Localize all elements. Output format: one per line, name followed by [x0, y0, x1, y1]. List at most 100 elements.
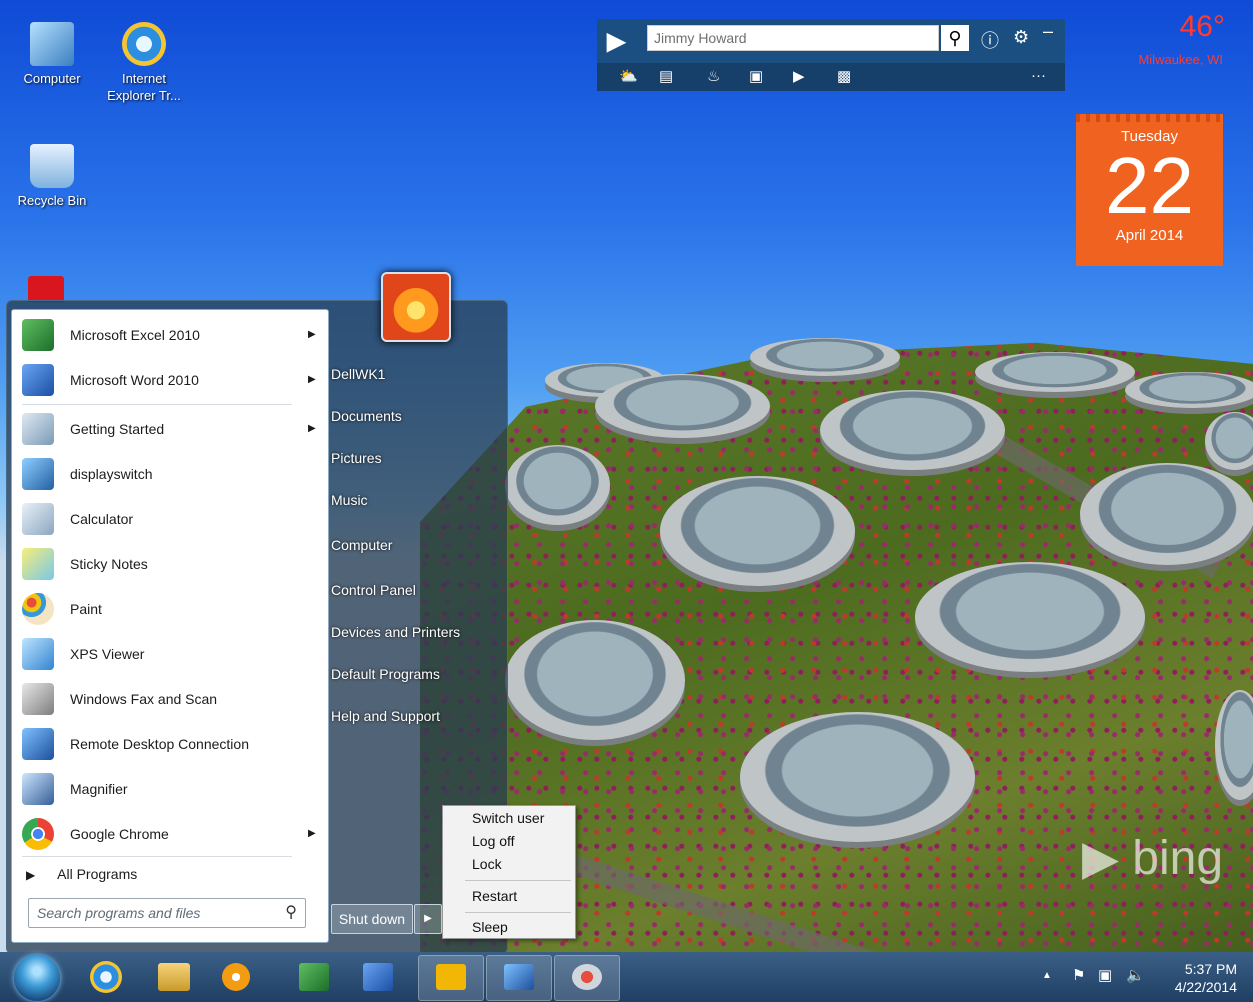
weather-icon[interactable]: ⛅ — [619, 67, 638, 85]
desktop-icon-partial[interactable] — [28, 276, 64, 302]
skylight — [595, 374, 770, 438]
images-icon[interactable]: ▣ — [749, 67, 763, 85]
taskbar-bing-desktop[interactable] — [418, 955, 484, 1001]
magnifier-icon — [22, 773, 54, 805]
bing-search-input[interactable]: Jimmy Howard — [647, 25, 939, 51]
program-item-calculator[interactable]: Calculator — [18, 499, 318, 539]
remote-desktop-icon — [22, 728, 54, 760]
start-button[interactable] — [14, 955, 60, 1001]
program-item-sticky-notes[interactable]: Sticky Notes — [18, 544, 318, 584]
taskbar-ie[interactable] — [80, 955, 132, 999]
menu-item-switch-user[interactable]: Switch user — [472, 810, 544, 826]
skylight — [505, 445, 610, 525]
recycle-bin-icon — [30, 144, 74, 188]
calendar-binding — [1076, 114, 1223, 122]
remote-desktop-icon — [504, 964, 534, 990]
skylight — [660, 476, 855, 586]
show-hidden-icons-icon[interactable]: ▲ — [1042, 970, 1052, 981]
displayswitch-icon — [22, 458, 54, 490]
desktop-icon-recycle-bin[interactable]: Recycle Bin — [12, 144, 92, 209]
taskbar-media-player[interactable] — [210, 955, 262, 999]
start-menu-programs-pane: Microsoft Excel 2010 ▶ Microsoft Word 20… — [11, 309, 329, 943]
submenu-arrow-icon[interactable]: ▶ — [308, 814, 316, 854]
taskbar-remote-desktop[interactable] — [486, 955, 552, 1001]
calendar-gadget[interactable]: Tuesday 22 April 2014 — [1076, 114, 1223, 266]
facebook-icon[interactable]: ▩ — [837, 67, 851, 85]
shutdown-button[interactable]: Shut down — [331, 904, 413, 934]
skylight — [1125, 372, 1253, 408]
taskbar: ▲ ⚑ ▣ 🔈 5:37 PM 4/22/2014 — [0, 952, 1253, 1002]
volume-icon[interactable]: 🔈 — [1126, 966, 1145, 984]
weather-temperature: 46° — [1179, 10, 1225, 43]
start-search-input[interactable]: Search programs and files ⚲ — [28, 898, 306, 928]
program-item-excel[interactable]: Microsoft Excel 2010 ▶ — [18, 315, 318, 355]
excel-icon — [22, 319, 54, 351]
program-item-xps-viewer[interactable]: XPS Viewer — [18, 634, 318, 674]
paint-icon — [22, 593, 54, 625]
skylight — [1080, 463, 1253, 565]
shutdown-submenu: Switch user Log off Lock Restart Sleep — [442, 805, 576, 939]
start-link-music[interactable]: Music — [331, 492, 368, 508]
taskbar-excel[interactable] — [288, 955, 340, 999]
search-icon[interactable]: ⚲ — [941, 25, 969, 51]
start-link-devices-printers[interactable]: Devices and Printers — [331, 624, 460, 640]
menu-item-lock[interactable]: Lock — [472, 856, 502, 872]
user-picture[interactable] — [381, 272, 451, 342]
start-link-documents[interactable]: Documents — [331, 408, 402, 424]
video-icon[interactable]: ▶ — [793, 67, 805, 85]
right-arrow-icon: ▶ — [26, 868, 36, 882]
word-icon — [22, 364, 54, 396]
media-player-icon — [222, 963, 250, 991]
skylight — [505, 620, 685, 740]
all-programs-button[interactable]: ▶ All Programs — [26, 860, 306, 888]
skylight — [915, 562, 1145, 672]
program-item-chrome[interactable]: Google Chrome ▶ — [18, 814, 318, 854]
menu-item-log-off[interactable]: Log off — [472, 833, 515, 849]
shutdown-options-button[interactable]: ▶ — [414, 904, 442, 934]
program-item-paint[interactable]: Paint — [18, 589, 318, 629]
xps-viewer-icon — [22, 638, 54, 670]
start-link-user-folder[interactable]: DellWK1 — [331, 366, 385, 382]
start-link-default-programs[interactable]: Default Programs — [331, 666, 440, 682]
menu-item-restart[interactable]: Restart — [472, 888, 517, 904]
network-icon[interactable]: ▣ — [1098, 966, 1112, 984]
program-item-magnifier[interactable]: Magnifier — [18, 769, 318, 809]
submenu-arrow-icon[interactable]: ▶ — [308, 409, 316, 449]
action-center-flag-icon[interactable]: ⚑ — [1072, 966, 1085, 984]
menu-separator — [465, 880, 571, 881]
program-item-remote-desktop[interactable]: Remote Desktop Connection — [18, 724, 318, 764]
program-item-getting-started[interactable]: Getting Started ▶ — [18, 409, 318, 449]
program-item-word[interactable]: Microsoft Word 2010 ▶ — [18, 360, 318, 400]
clock-date: 4/22/2014 — [1174, 979, 1237, 995]
news-icon[interactable]: ▤ — [659, 67, 673, 85]
trending-icon[interactable]: ♨ — [707, 67, 720, 85]
chrome-icon — [22, 818, 54, 850]
menu-item-sleep[interactable]: Sleep — [472, 919, 508, 935]
desktop-icon-internet-explorer[interactable]: Internet Explorer Tr... — [104, 22, 184, 104]
minimize-icon[interactable]: – — [1043, 21, 1053, 42]
menu-separator — [465, 912, 571, 913]
taskbar-snipping-tool[interactable] — [554, 955, 620, 1001]
gear-icon[interactable]: ⚙ — [1013, 27, 1029, 48]
start-link-pictures[interactable]: Pictures — [331, 450, 382, 466]
computer-icon — [30, 22, 74, 66]
taskbar-word[interactable] — [352, 955, 404, 999]
info-icon[interactable]: ⓘ — [981, 27, 999, 53]
skylight — [750, 338, 900, 376]
submenu-arrow-icon[interactable]: ▶ — [308, 360, 316, 400]
more-button[interactable]: ··· — [1031, 67, 1046, 84]
submenu-arrow-icon[interactable]: ▶ — [308, 315, 316, 355]
program-item-displayswitch[interactable]: displayswitch — [18, 454, 318, 494]
search-icon[interactable]: ⚲ — [285, 899, 297, 927]
calendar-month-year: April 2014 — [1115, 227, 1184, 244]
menu-separator — [22, 856, 292, 857]
taskbar-explorer[interactable] — [148, 955, 200, 999]
start-link-computer[interactable]: Computer — [331, 537, 392, 553]
start-link-control-panel[interactable]: Control Panel — [331, 582, 416, 598]
start-link-help-support[interactable]: Help and Support — [331, 708, 440, 724]
bing-logo-icon[interactable]: ▶ — [607, 27, 631, 55]
bing-tools-row: ⛅ ▤ ♨ ▣ ▶ ▩ ··· — [597, 63, 1065, 91]
program-item-fax-scan[interactable]: Windows Fax and Scan — [18, 679, 318, 719]
taskbar-clock[interactable]: 5:37 PM 4/22/2014 — [1175, 960, 1237, 996]
desktop-icon-computer[interactable]: Computer — [12, 22, 92, 87]
